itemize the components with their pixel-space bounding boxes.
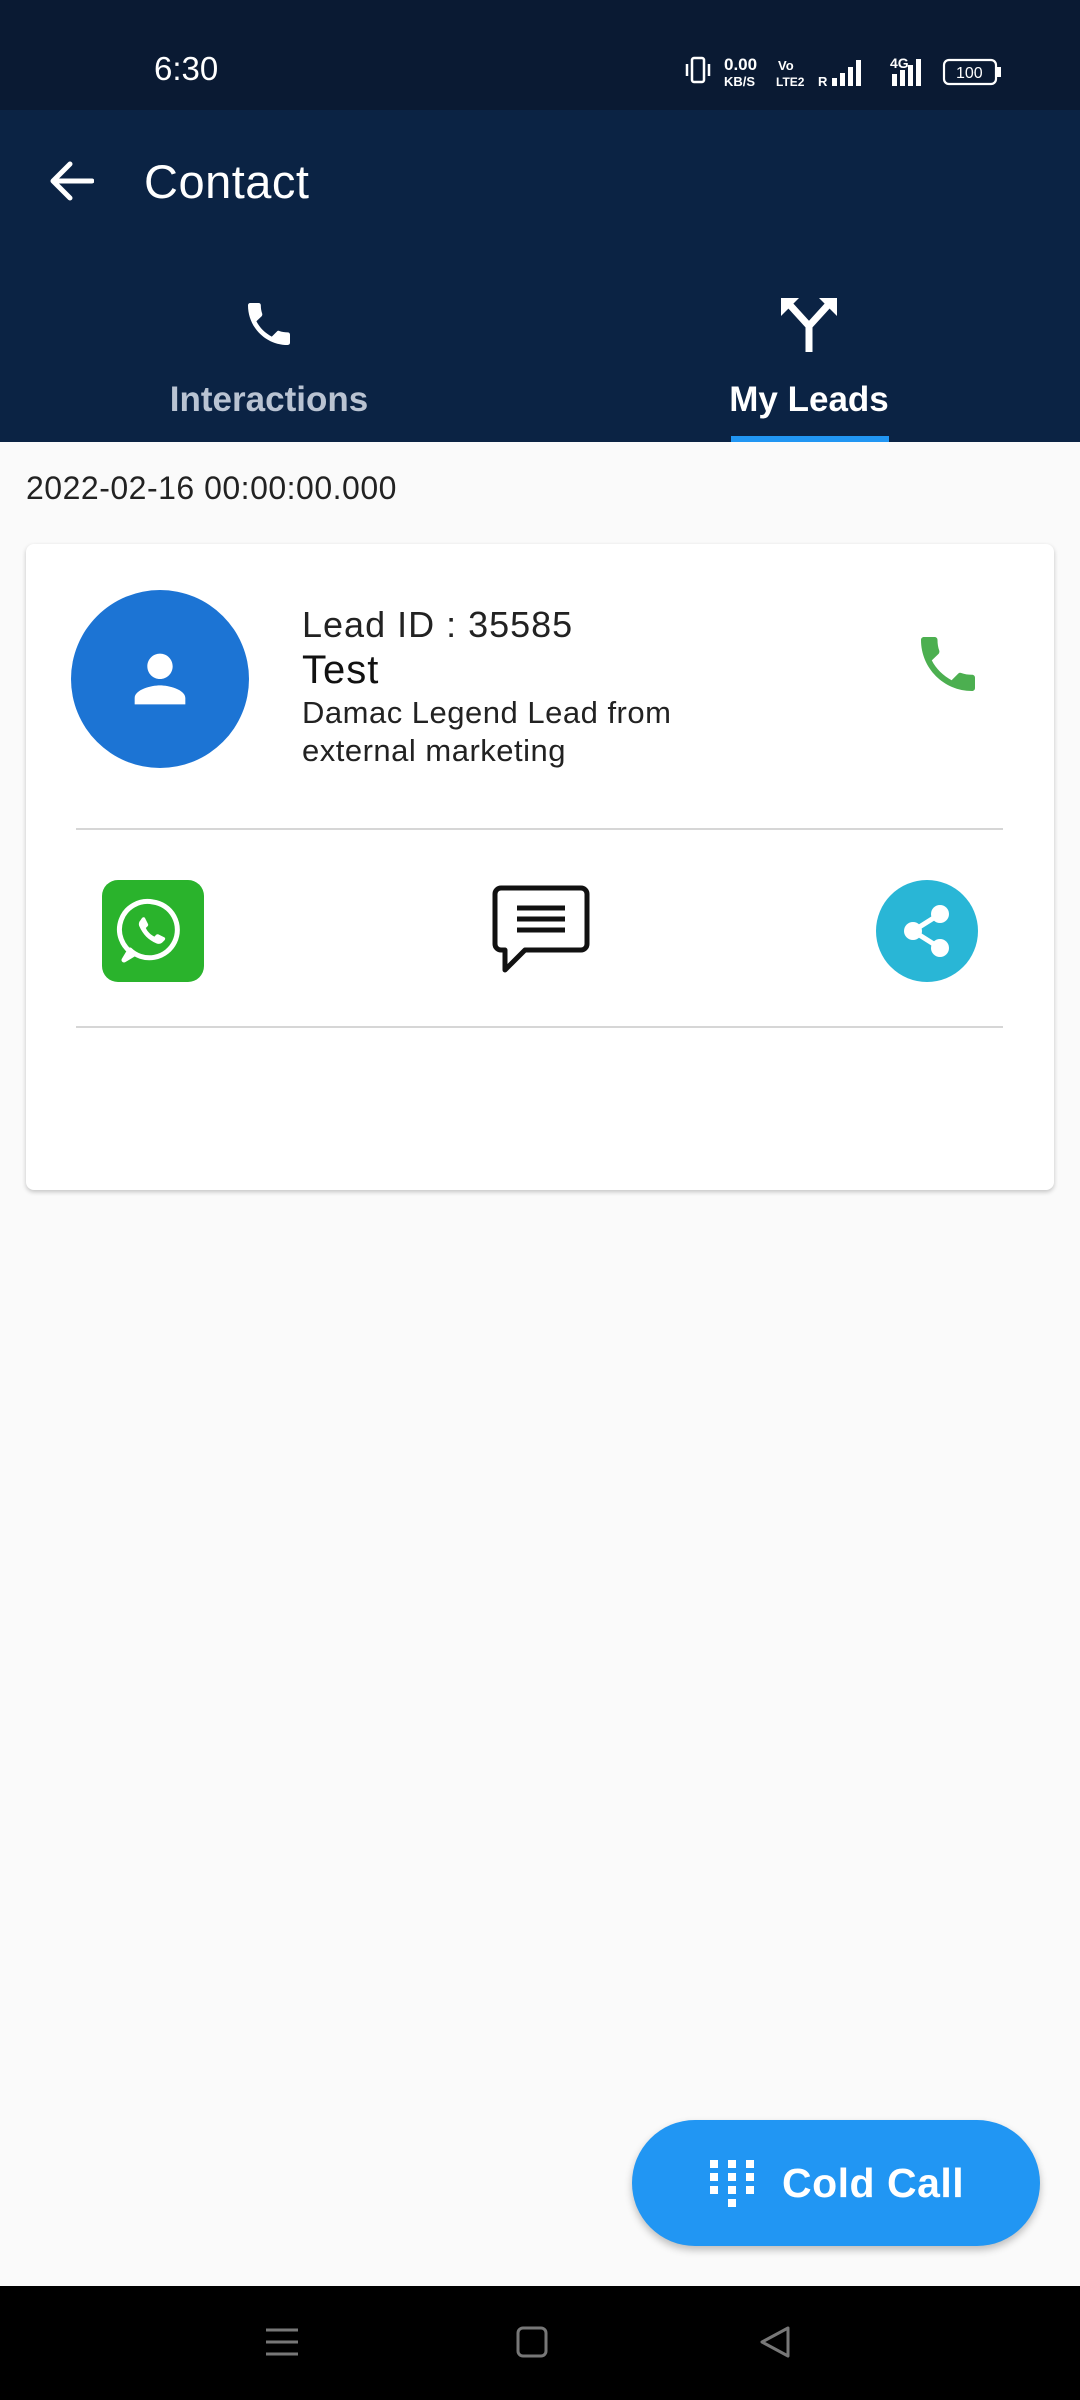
home-icon[interactable] — [510, 2320, 554, 2364]
net-speed-value: 0.00 — [724, 55, 757, 74]
status-time: 6:30 — [154, 50, 219, 87]
tab-my-leads-label: My Leads — [729, 380, 889, 419]
volte-bottom: LTE2 — [776, 75, 805, 89]
status-icons: 0.00 KB/S Vo LTE2 R 4G 100 — [685, 55, 1001, 89]
battery-level: 100 — [956, 65, 983, 82]
tab-indicator — [731, 436, 889, 442]
message-icon — [492, 885, 590, 973]
lead-name: Test — [302, 648, 380, 692]
divider — [76, 1026, 1003, 1028]
divider — [76, 828, 1003, 830]
merge-arrow-icon — [781, 298, 837, 352]
call-button[interactable] — [908, 624, 988, 704]
lead-date: 2022-02-16 00:00:00.000 — [26, 470, 397, 506]
cold-call-button[interactable]: Cold Call — [632, 2120, 1040, 2246]
vibrate-icon — [685, 56, 711, 84]
menu-icon[interactable] — [260, 2320, 304, 2364]
whatsapp-icon — [116, 898, 180, 963]
lead-description: Damac Legend Lead from external marketin… — [302, 695, 672, 768]
phone-icon — [248, 303, 290, 345]
back-triangle-icon[interactable] — [754, 2320, 798, 2364]
dialpad-icon — [710, 2160, 754, 2207]
whatsapp-button[interactable] — [102, 880, 204, 982]
signal-icon — [832, 60, 861, 86]
person-icon — [134, 653, 186, 705]
share-icon — [904, 905, 949, 957]
roaming-indicator: R — [818, 74, 828, 89]
cold-call-label: Cold Call — [782, 2160, 965, 2206]
tab-my-leads[interactable]: My Leads — [659, 290, 959, 442]
avatar — [71, 590, 249, 768]
network-type: 4G — [890, 55, 909, 71]
net-speed-unit: KB/S — [724, 74, 755, 89]
back-button[interactable] — [36, 146, 106, 216]
app-bar: Contact Interactions My Leads — [0, 110, 1080, 442]
lead-card[interactable]: Lead ID : 35585 Test Damac Legend Lead f… — [26, 544, 1054, 1190]
system-nav-bar — [0, 2286, 1080, 2400]
lead-id: Lead ID : 35585 — [302, 604, 574, 645]
status-bar: 6:30 0.00 KB/S Vo LTE2 R 4G 100 — [0, 0, 1080, 110]
tab-interactions[interactable]: Interactions — [119, 290, 419, 442]
volte-top: Vo — [778, 58, 794, 73]
phone-icon — [921, 637, 975, 691]
share-button[interactable] — [876, 880, 978, 982]
tab-interactions-label: Interactions — [169, 380, 369, 419]
sms-button[interactable] — [489, 880, 593, 980]
arrow-left-icon — [50, 161, 94, 201]
page-title: Contact — [144, 155, 310, 208]
